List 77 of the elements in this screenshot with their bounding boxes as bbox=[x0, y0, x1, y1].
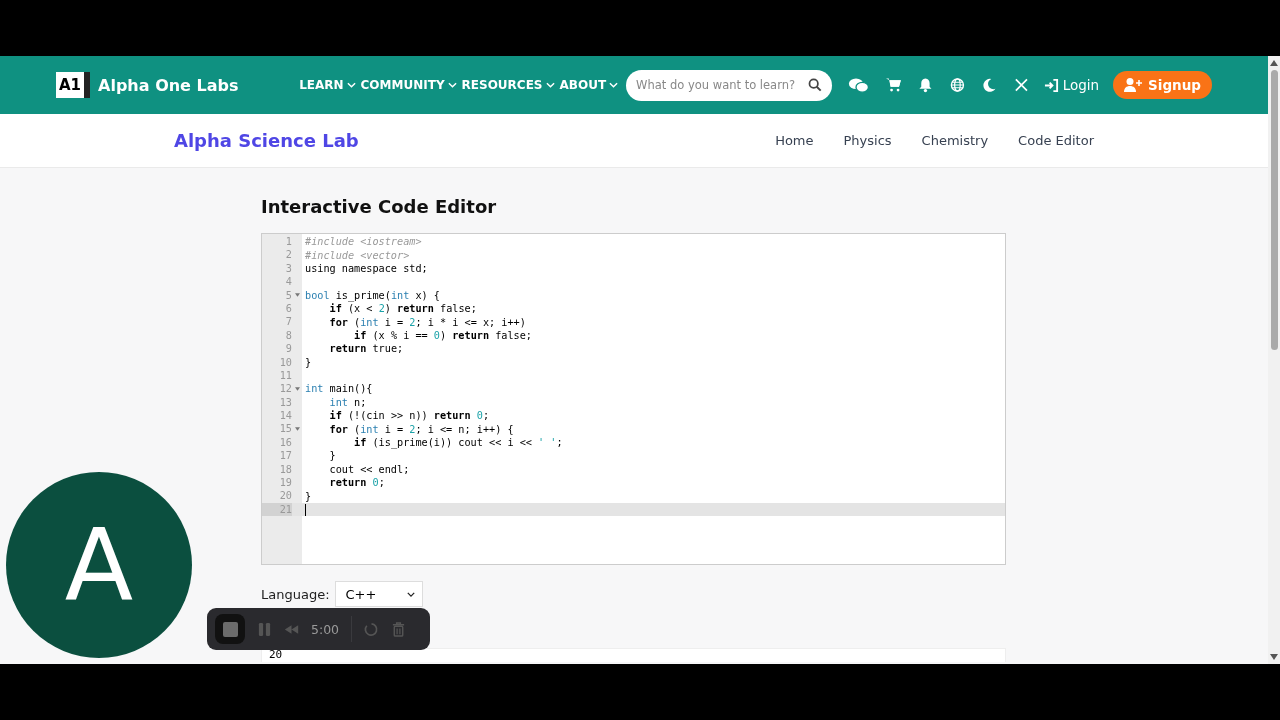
fold-arrow-icon[interactable] bbox=[294, 427, 300, 432]
line-number: 15 bbox=[278, 422, 292, 436]
chat-icon[interactable] bbox=[848, 76, 870, 94]
line-number: 18 bbox=[278, 462, 292, 477]
code-line: } bbox=[305, 490, 312, 502]
line-number: 17 bbox=[278, 449, 292, 463]
code-line: if (!(cin >> n)) return 0; bbox=[328, 410, 490, 422]
line-number: 20 bbox=[278, 489, 292, 503]
code-line: if (x < 2) return false; bbox=[328, 303, 477, 315]
input-field[interactable]: 20 bbox=[261, 648, 1006, 662]
stop-button[interactable] bbox=[215, 614, 245, 644]
code-line: } bbox=[328, 450, 336, 462]
pause-icon[interactable] bbox=[257, 621, 272, 637]
avatar: A bbox=[6, 472, 192, 658]
line-number: 13 bbox=[278, 395, 292, 410]
nav-link[interactable]: Code Editor bbox=[1018, 133, 1094, 148]
line-number: 2 bbox=[284, 248, 292, 262]
restart-icon[interactable] bbox=[364, 621, 380, 637]
scroll-up-arrow-icon[interactable] bbox=[1270, 60, 1278, 66]
line-number: 16 bbox=[278, 435, 292, 450]
code-line: return true; bbox=[328, 343, 404, 355]
line-number: 14 bbox=[278, 409, 292, 423]
trash-icon[interactable] bbox=[391, 621, 407, 637]
site-title[interactable]: Alpha Science Lab bbox=[174, 130, 776, 151]
nav-link[interactable]: Chemistry bbox=[921, 133, 989, 148]
line-number: 6 bbox=[284, 301, 292, 316]
nav-menu-item[interactable]: COMMUNITY bbox=[360, 78, 457, 92]
scroll-down-arrow-icon[interactable] bbox=[1270, 654, 1278, 660]
nav-menu-item[interactable]: RESOURCES bbox=[461, 78, 555, 92]
code-line: for (int i = 2; i <= n; i++) { bbox=[328, 423, 514, 435]
code-line: } bbox=[305, 356, 312, 368]
line-number: 12 bbox=[278, 382, 292, 396]
scrollbar[interactable] bbox=[1268, 56, 1280, 664]
line-number: 4 bbox=[284, 275, 292, 289]
nav-link[interactable]: Home bbox=[775, 133, 814, 148]
language-label: Language: bbox=[261, 586, 330, 602]
line-number: 9 bbox=[284, 342, 292, 356]
line-number: 1 bbox=[284, 235, 292, 249]
search-field[interactable]: What do you want to learn? bbox=[626, 69, 833, 101]
line-number: 8 bbox=[284, 328, 292, 343]
logo-icon[interactable]: A1 bbox=[56, 72, 91, 98]
line-number: 11 bbox=[278, 368, 292, 383]
nav-menu-item[interactable]: LEARN bbox=[299, 78, 356, 92]
x-logo-icon[interactable] bbox=[1013, 77, 1029, 93]
bell-icon[interactable] bbox=[918, 77, 934, 93]
cart-icon[interactable] bbox=[886, 77, 902, 93]
nav-link[interactable]: Physics bbox=[843, 133, 892, 148]
nav-menu-item[interactable]: ABOUT bbox=[559, 78, 619, 92]
line-number: 7 bbox=[284, 315, 292, 329]
code-line: int n; bbox=[328, 396, 367, 408]
line-number: 5 bbox=[284, 288, 292, 302]
code-line: for (int i = 2; i * i <= x; i++) bbox=[328, 316, 526, 328]
line-number: 19 bbox=[278, 476, 292, 490]
code-line: cout << endl; bbox=[328, 463, 410, 475]
chevron-down-icon[interactable] bbox=[406, 591, 415, 597]
page-heading: Interactive Code Editor bbox=[261, 196, 498, 217]
code-line: #include <iostream> bbox=[305, 236, 422, 248]
globe-icon[interactable] bbox=[950, 77, 965, 93]
fold-arrow-icon[interactable] bbox=[294, 387, 300, 391]
brand-name[interactable]: Alpha One Labs bbox=[98, 75, 239, 95]
timer: 5:00 bbox=[311, 621, 340, 637]
user-plus-icon[interactable] bbox=[1124, 77, 1143, 93]
search-icon[interactable] bbox=[808, 77, 823, 92]
fold-arrow-icon[interactable] bbox=[294, 293, 300, 298]
moon-icon[interactable] bbox=[981, 77, 997, 93]
language-select[interactable]: C++ bbox=[334, 581, 423, 607]
code-line: return 0; bbox=[328, 477, 385, 489]
line-number: 10 bbox=[278, 355, 292, 369]
code-line: bool is_prime(int x) { bbox=[305, 289, 440, 301]
login-arrow-icon[interactable] bbox=[1043, 77, 1059, 93]
code-line: if (x % i == 0) return false; bbox=[353, 329, 532, 341]
code-line: if (is_prime(i)) cout << i << ' '; bbox=[353, 437, 563, 449]
line-number: 3 bbox=[284, 261, 292, 276]
login-link[interactable]: Login bbox=[1043, 77, 1100, 93]
code-line: int main(){ bbox=[305, 383, 373, 395]
code-line: #include <vector> bbox=[305, 249, 410, 261]
code-line: using namespace std; bbox=[305, 262, 428, 274]
